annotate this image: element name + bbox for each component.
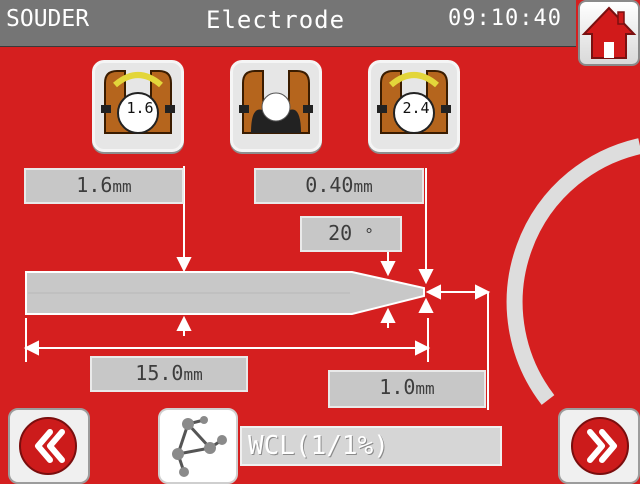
electrode-size-label: 2.4 (402, 99, 430, 117)
diameter-value: 1.6 (76, 173, 113, 197)
back-button[interactable] (8, 408, 90, 484)
electrode-rod (25, 271, 425, 315)
double-chevron-right-icon (571, 417, 629, 475)
app-name: SOUDER (6, 6, 90, 32)
material-field[interactable]: WCL(1/1%) (240, 426, 502, 466)
length-unit: mm (183, 365, 203, 384)
material-select-button[interactable] (158, 408, 238, 484)
electrode-holder-icon (239, 70, 313, 134)
angle-unit: ° (364, 225, 374, 244)
molecule-icon (172, 416, 227, 477)
angle-field[interactable]: 20 ° (300, 216, 402, 252)
tip-field[interactable]: 0.40mm (254, 168, 424, 204)
material-value: WCL(1/1%) (248, 431, 389, 461)
electrode-empty-button[interactable] (230, 60, 322, 152)
gap-field[interactable]: 1.0mm (328, 370, 486, 408)
double-chevron-left-icon (19, 417, 77, 475)
gap-value: 1.0 (379, 375, 416, 399)
angle-value: 20 (328, 221, 353, 245)
home-icon (581, 6, 637, 59)
diameter-unit: mm (112, 177, 132, 196)
clock: 09:10:40 (448, 6, 562, 31)
length-field[interactable]: 15.0mm (90, 356, 248, 392)
forward-button[interactable] (558, 408, 640, 484)
workpiece-arc (506, 138, 640, 405)
electrode-size-label: 1.6 (126, 99, 154, 117)
diameter-field[interactable]: 1.6mm (24, 168, 184, 204)
electrode-1-6-button[interactable]: 1.6 (92, 60, 184, 152)
electrode-screen: SOUDER Electrode 09:10:40 1.6 2.4 1.6mm … (0, 0, 640, 484)
header-bar: SOUDER Electrode 09:10:40 (0, 0, 576, 47)
page-title: Electrode (206, 6, 346, 34)
tip-value: 0.40 (305, 173, 354, 197)
home-button[interactable] (578, 0, 640, 66)
tip-unit: mm (353, 177, 373, 196)
gap-unit: mm (415, 379, 435, 398)
length-value: 15.0 (135, 361, 184, 385)
electrode-2-4-button[interactable]: 2.4 (368, 60, 460, 152)
